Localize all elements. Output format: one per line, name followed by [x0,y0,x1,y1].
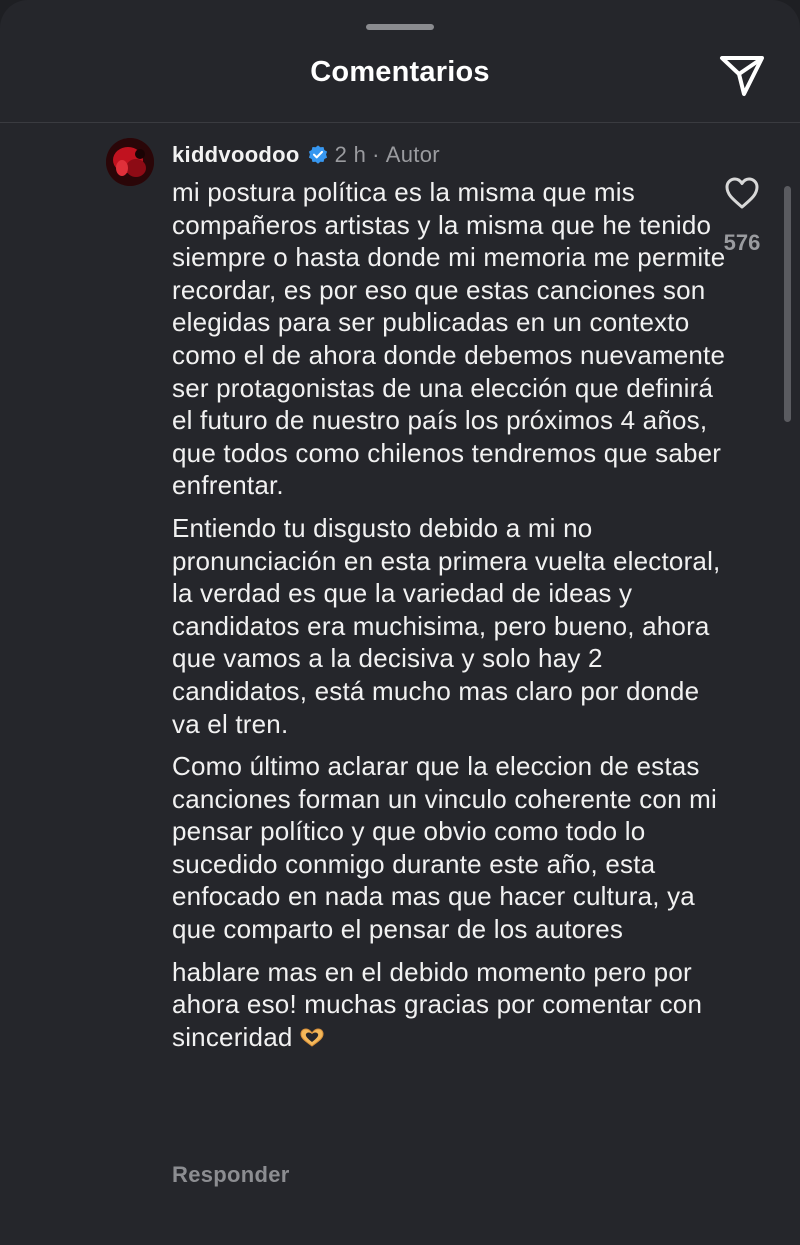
header-divider [0,122,800,123]
author-label: Autor [385,142,440,167]
verified-badge-icon [308,145,327,164]
scrollbar[interactable] [784,186,791,422]
like-heart-icon[interactable] [724,176,760,210]
comment-text: mi postura política es la misma que mis … [172,176,732,1053]
comment-paragraph: hablare mas en el debido momento pero po… [172,956,703,1052]
comment-paragraph: Como último aclarar que la eleccion de e… [172,751,717,945]
reply-button[interactable]: Responder [172,1162,290,1188]
heart-hands-emoji-icon [300,1028,324,1047]
avatar[interactable] [106,138,154,186]
comment-paragraph-last: hablare mas en el debido momento pero po… [172,956,732,1054]
avatar-image [106,138,154,186]
sheet-title: Comentarios [310,56,490,88]
comments-sheet: Comentarios kiddvoodoo 2 h · Autor mi po… [0,0,800,1245]
meta-separator: · [372,142,380,167]
share-send-icon[interactable] [718,52,766,98]
drag-handle[interactable] [366,24,434,30]
comment-time: 2 h [334,142,367,167]
comment-paragraph: Entiendo tu disgusto debido a mi no pron… [172,512,721,739]
comment-header: kiddvoodoo 2 h · Autor [172,140,440,170]
comment-paragraph: mi postura política es la misma que mis … [172,177,726,501]
like-count: 576 [723,230,761,255]
username[interactable]: kiddvoodoo [172,142,300,168]
